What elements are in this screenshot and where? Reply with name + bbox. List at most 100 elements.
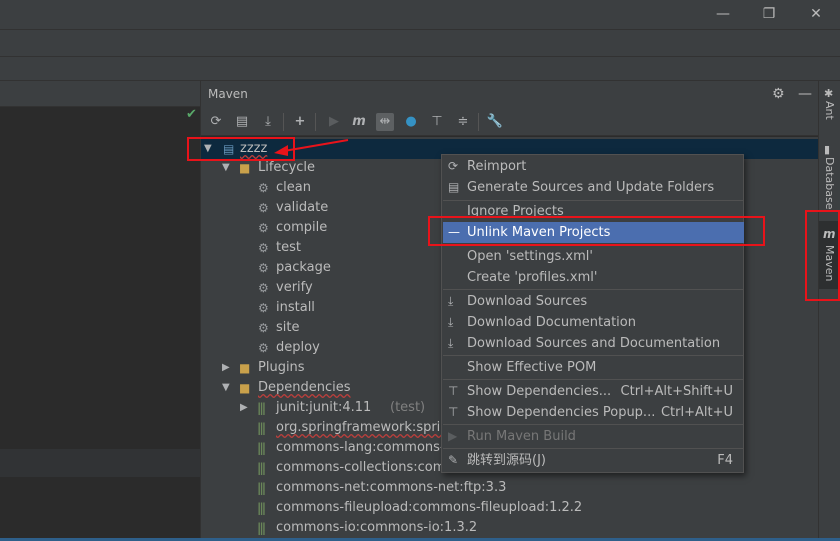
menu-label: 跳转到源码(J) (467, 453, 546, 468)
reimport-icon[interactable]: ⟳ (207, 113, 225, 131)
menu-label: Show Dependencies... (467, 384, 612, 399)
menu-item-download-docs[interactable]: ⤓ Download Documentation (443, 312, 744, 333)
dependencies-label: Dependencies (258, 380, 351, 395)
toggle-offline-icon[interactable]: ⇹ (376, 113, 394, 131)
menu-label: Download Sources (467, 294, 588, 309)
menu-label: Generate Sources and Update Folders (467, 180, 715, 195)
menu-item-jump-to-source[interactable]: ✎ 跳转到源码(J) F4 (443, 450, 744, 471)
download-icon[interactable]: ⤓ (259, 113, 277, 131)
show-dependencies-icon: ⊤ (448, 384, 459, 398)
toolbar-separator (478, 113, 479, 131)
menu-item-open-settings[interactable]: Open 'settings.xml' (443, 246, 744, 267)
lifecycle-label: install (276, 300, 315, 315)
close-button[interactable]: ✕ (806, 5, 826, 23)
menu-item-download-sources[interactable]: ⤓ Download Sources (443, 291, 744, 312)
folder-icon: ■ (239, 361, 251, 375)
gear-icon: ⚙ (258, 201, 269, 215)
menu-item-create-profiles[interactable]: Create 'profiles.xml' (443, 267, 744, 288)
skip-tests-icon[interactable]: ● (402, 113, 420, 131)
menu-separator (443, 379, 744, 380)
menu-item-show-dependencies-popup[interactable]: ⊤ Show Dependencies Popup... Ctrl+Alt+U (443, 402, 744, 423)
gear-icon: ⚙ (258, 321, 269, 335)
dependency-item[interactable]: ||| commons-io:commons-io:1.3.2 (201, 518, 818, 538)
collapse-icon[interactable]: ≑ (454, 113, 472, 131)
menu-separator (443, 448, 744, 449)
toolbar-separator (315, 113, 316, 131)
chevron-right-icon[interactable]: ▶ (222, 358, 230, 378)
editor-current-line (0, 449, 200, 477)
plugins-label: Plugins (258, 360, 305, 375)
gear-icon: ⚙ (258, 241, 269, 255)
dependency-name: commons-lang:commons-lar (276, 440, 462, 455)
gear-icon: ⚙ (258, 181, 269, 195)
minimize-button[interactable]: — (713, 5, 733, 23)
menu-item-reimport[interactable]: ⟳ Reimport (443, 156, 744, 177)
menu-label: Show Dependencies Popup... (467, 405, 656, 420)
right-tool-strip: ✱ Ant ▮ Database m Maven (818, 81, 840, 541)
menu-item-show-dependencies[interactable]: ⊤ Show Dependencies... Ctrl+Alt+Shift+U (443, 381, 744, 402)
maven-toolbar: ⟳ ▤ ⤓ + ▶ m ⇹ ● ⊤ ≑ 🔧 (201, 108, 818, 136)
navigation-bar (0, 56, 840, 81)
add-icon[interactable]: + (291, 113, 309, 131)
dependency-scope: (test) (390, 400, 426, 415)
menu-label: Show Effective POM (467, 360, 597, 375)
library-icon: ||| (257, 501, 266, 515)
folder-icon: ■ (239, 161, 251, 175)
restore-button[interactable]: ❐ (759, 5, 779, 23)
menu-label: Download Sources and Documentation (467, 336, 721, 351)
menu-label: Create 'profiles.xml' (467, 270, 598, 285)
ant-icon: ✱ (824, 87, 834, 100)
dependency-name: commons-io:commons-io:1.3.2 (276, 520, 478, 535)
lifecycle-label: compile (276, 220, 328, 235)
gear-icon: ⚙ (258, 281, 269, 295)
chevron-down-icon[interactable]: ▼ (222, 158, 230, 178)
check-icon: ✔ (186, 107, 197, 122)
editor-tab-bar (0, 81, 200, 107)
lifecycle-label: Lifecycle (258, 160, 316, 175)
lifecycle-label: validate (276, 200, 329, 215)
menu-label: Reimport (467, 159, 527, 174)
dependency-item[interactable]: ||| commons-net:commons-net:ftp:3.3 (201, 478, 818, 498)
menu-item-generate-sources[interactable]: ▤ Generate Sources and Update Folders (443, 177, 744, 198)
menu-item-run-build[interactable]: ▶ Run Maven Build (443, 426, 744, 447)
show-dependencies-icon[interactable]: ⊤ (428, 113, 446, 131)
menu-separator (443, 424, 744, 425)
reimport-icon: ⟳ (448, 159, 459, 173)
dependency-item[interactable]: ||| commons-fileupload:commons-fileuploa… (201, 498, 818, 518)
library-icon: ||| (257, 481, 266, 495)
run-icon[interactable]: ▶ (325, 113, 343, 131)
menu-label: Run Maven Build (467, 429, 576, 444)
menu-shortcut: Ctrl+Alt+U (660, 405, 733, 420)
dependency-name: junit:junit:4.11 (276, 400, 372, 415)
gear-icon: ⚙ (258, 301, 269, 315)
settings-wrench-icon[interactable]: 🔧 (486, 113, 504, 131)
lifecycle-label: clean (276, 180, 311, 195)
menu-separator (443, 289, 744, 290)
minus-icon[interactable]: — (798, 86, 812, 102)
editor-area[interactable]: ✔ (0, 81, 200, 541)
chevron-right-icon[interactable]: ▶ (240, 398, 248, 418)
menu-shortcut: F4 (717, 453, 733, 468)
generate-sources-icon: ▤ (448, 180, 460, 194)
library-icon: ||| (257, 421, 266, 435)
tool-tab-ant[interactable]: ✱ Ant (819, 87, 840, 127)
menu-separator (443, 355, 744, 356)
run-icon: ▶ (448, 429, 458, 443)
menu-item-effective-pom[interactable]: Show Effective POM (443, 357, 744, 378)
library-icon: ||| (257, 461, 266, 475)
generate-sources-icon[interactable]: ▤ (233, 113, 251, 131)
annotation-box-maven-tab (805, 210, 840, 301)
chevron-down-icon[interactable]: ▼ (222, 378, 230, 398)
download-icon: ⤓ (448, 315, 454, 329)
maven-m-icon[interactable]: m (350, 113, 368, 131)
menu-label: Download Documentation (467, 315, 636, 330)
download-icon: ⤓ (448, 336, 454, 350)
lifecycle-label: package (276, 260, 331, 275)
gear-icon[interactable]: ⚙ (772, 86, 785, 102)
tool-tab-database[interactable]: ▮ Database (819, 143, 840, 213)
gear-icon: ⚙ (258, 341, 269, 355)
window-title-bar: — ❐ ✕ (0, 0, 840, 29)
library-icon: ||| (257, 441, 266, 455)
lifecycle-label: deploy (276, 340, 320, 355)
menu-item-download-both[interactable]: ⤓ Download Sources and Documentation (443, 333, 744, 354)
